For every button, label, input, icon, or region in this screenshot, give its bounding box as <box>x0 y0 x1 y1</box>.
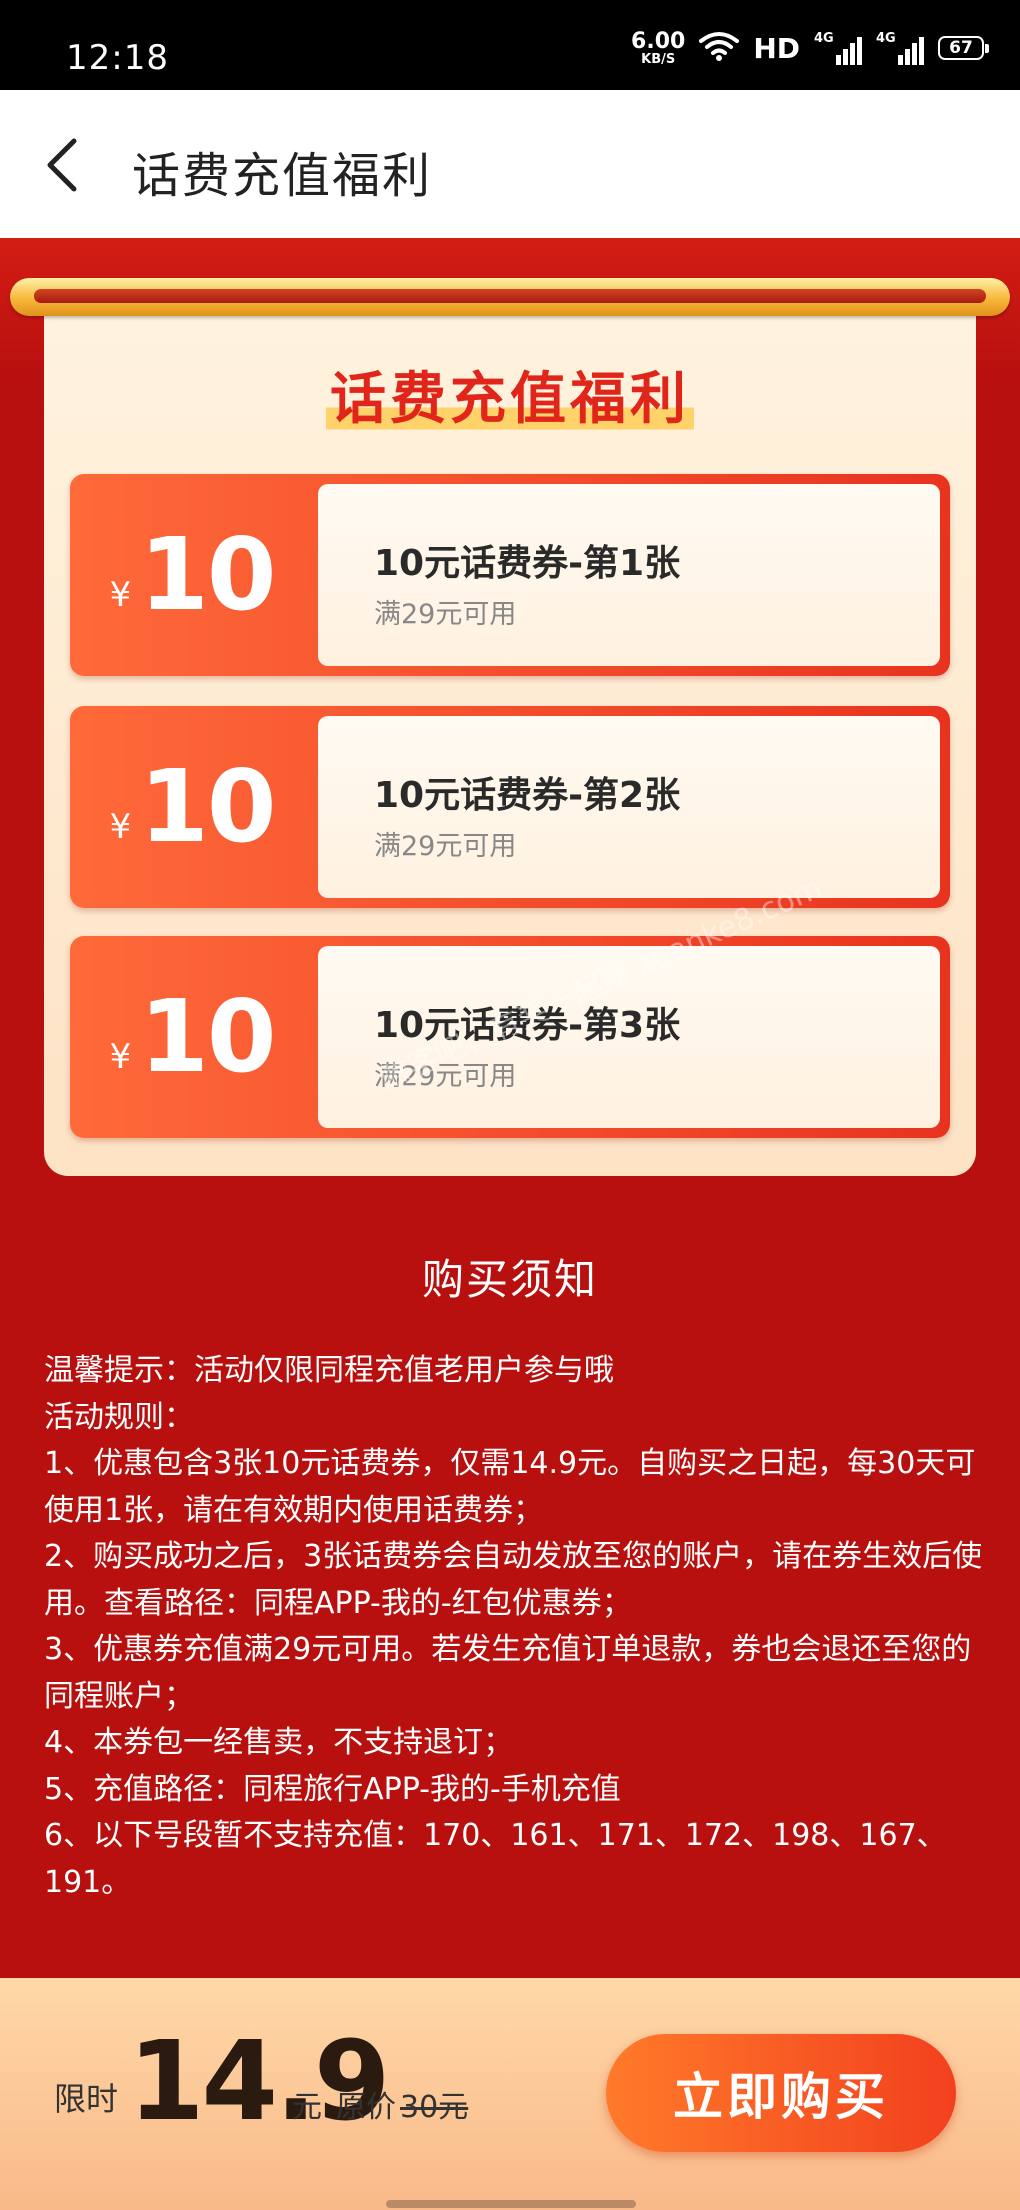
status-time: 12:18 <box>66 38 169 78</box>
coupon-value: ¥ 10 <box>70 706 314 908</box>
notice-line: 温馨提示：活动仅限同程充值老用户参与哦 <box>44 1353 614 1388</box>
limited-time-label: 限时 <box>54 2080 119 2118</box>
notice-line: 6、以下号段暂不支持充值：170、161、171、172、198、167、191… <box>44 1818 947 1900</box>
signal-label: 4G <box>876 31 896 46</box>
status-icons: 6.00 KB/S HD 4G 4G 67 <box>631 28 989 68</box>
notice-line: 1、优惠包含3张10元话费券，仅需14.9元。自购买之日起，每30天可使用1张，… <box>44 1446 976 1528</box>
home-indicator <box>386 2200 636 2208</box>
price-unit: 元 <box>292 2090 322 2125</box>
coupon-card[interactable]: ¥ 10 10元话费券-第1张 满29元可用 <box>70 474 950 676</box>
page-title: 话费充值福利 <box>132 148 433 204</box>
coupon-details: 10元话费券-第2张 满29元可用 <box>318 716 940 898</box>
original-price-label: 原价 <box>336 2090 396 2125</box>
original-price: 30元 <box>400 2090 469 2125</box>
notice-title: 购买须知 <box>421 1255 598 1304</box>
network-speed: 6.00 KB/S <box>631 28 686 67</box>
panel-title-text: 话费充值福利 <box>326 367 694 432</box>
purchase-bar: 限时 14.9 元 原价 30元 立即购买 <box>0 1978 1020 2210</box>
coupon-condition: 满29元可用 <box>374 831 517 862</box>
signal-icon: 4G <box>814 31 862 65</box>
hd-label: HD <box>753 31 800 65</box>
coupon-amount: 10 <box>139 516 276 633</box>
coupon-amount: 10 <box>139 748 276 865</box>
battery-icon: 67 <box>938 36 989 60</box>
status-bar: 12:18 6.00 KB/S HD 4G 4G 67 <box>0 0 1020 90</box>
buy-now-button[interactable]: 立即购买 <box>606 2034 956 2152</box>
coupon-currency: ¥ <box>109 575 132 615</box>
network-speed-value: 6.00 <box>631 28 686 54</box>
wifi-icon <box>699 31 740 65</box>
coupon-value: ¥ 10 <box>70 936 314 1138</box>
scroll-rod-decoration <box>10 278 1010 316</box>
coupon-name: 10元话费券-第2张 <box>374 775 681 816</box>
coupon-condition: 满29元可用 <box>374 599 517 630</box>
signal-label: 4G <box>814 31 834 46</box>
notice-line: 3、优惠券充值满29元可用。若发生充值订单退款，券也会退还至您的同程账户； <box>44 1632 972 1714</box>
panel-title: 话费充值福利 <box>44 354 976 435</box>
back-button[interactable] <box>28 130 94 200</box>
network-speed-unit: KB/S <box>641 51 676 67</box>
coupon-card[interactable]: ¥ 10 10元话费券-第2张 满29元可用 <box>70 706 950 908</box>
notice-line: 5、充值路径：同程旅行APP-我的-手机充值 <box>44 1771 621 1807</box>
coupon-amount: 10 <box>139 978 276 1095</box>
coupon-value: ¥ 10 <box>70 474 314 676</box>
coupon-name: 10元话费券-第1张 <box>374 543 681 584</box>
coupon-details: 10元话费券-第1张 满29元可用 <box>318 484 940 666</box>
notice-line: 2、购买成功之后，3张话费券会自动发放至您的账户，请在券生效后使用。查看路径：同… <box>44 1539 983 1621</box>
signal-icon: 4G <box>876 31 924 65</box>
notice-body: 温馨提示：活动仅限同程充值老用户参与哦 活动规则： 1、优惠包含3张10元话费券… <box>44 1348 984 1906</box>
notice-line: 4、本券包一经售卖，不支持退订； <box>44 1725 514 1760</box>
coupon-currency: ¥ <box>109 807 132 847</box>
coupon-currency: ¥ <box>109 1037 132 1077</box>
chevron-left-icon <box>47 138 77 192</box>
notice-line: 活动规则： <box>44 1399 194 1435</box>
nav-header: 话费充值福利 <box>0 90 1020 238</box>
